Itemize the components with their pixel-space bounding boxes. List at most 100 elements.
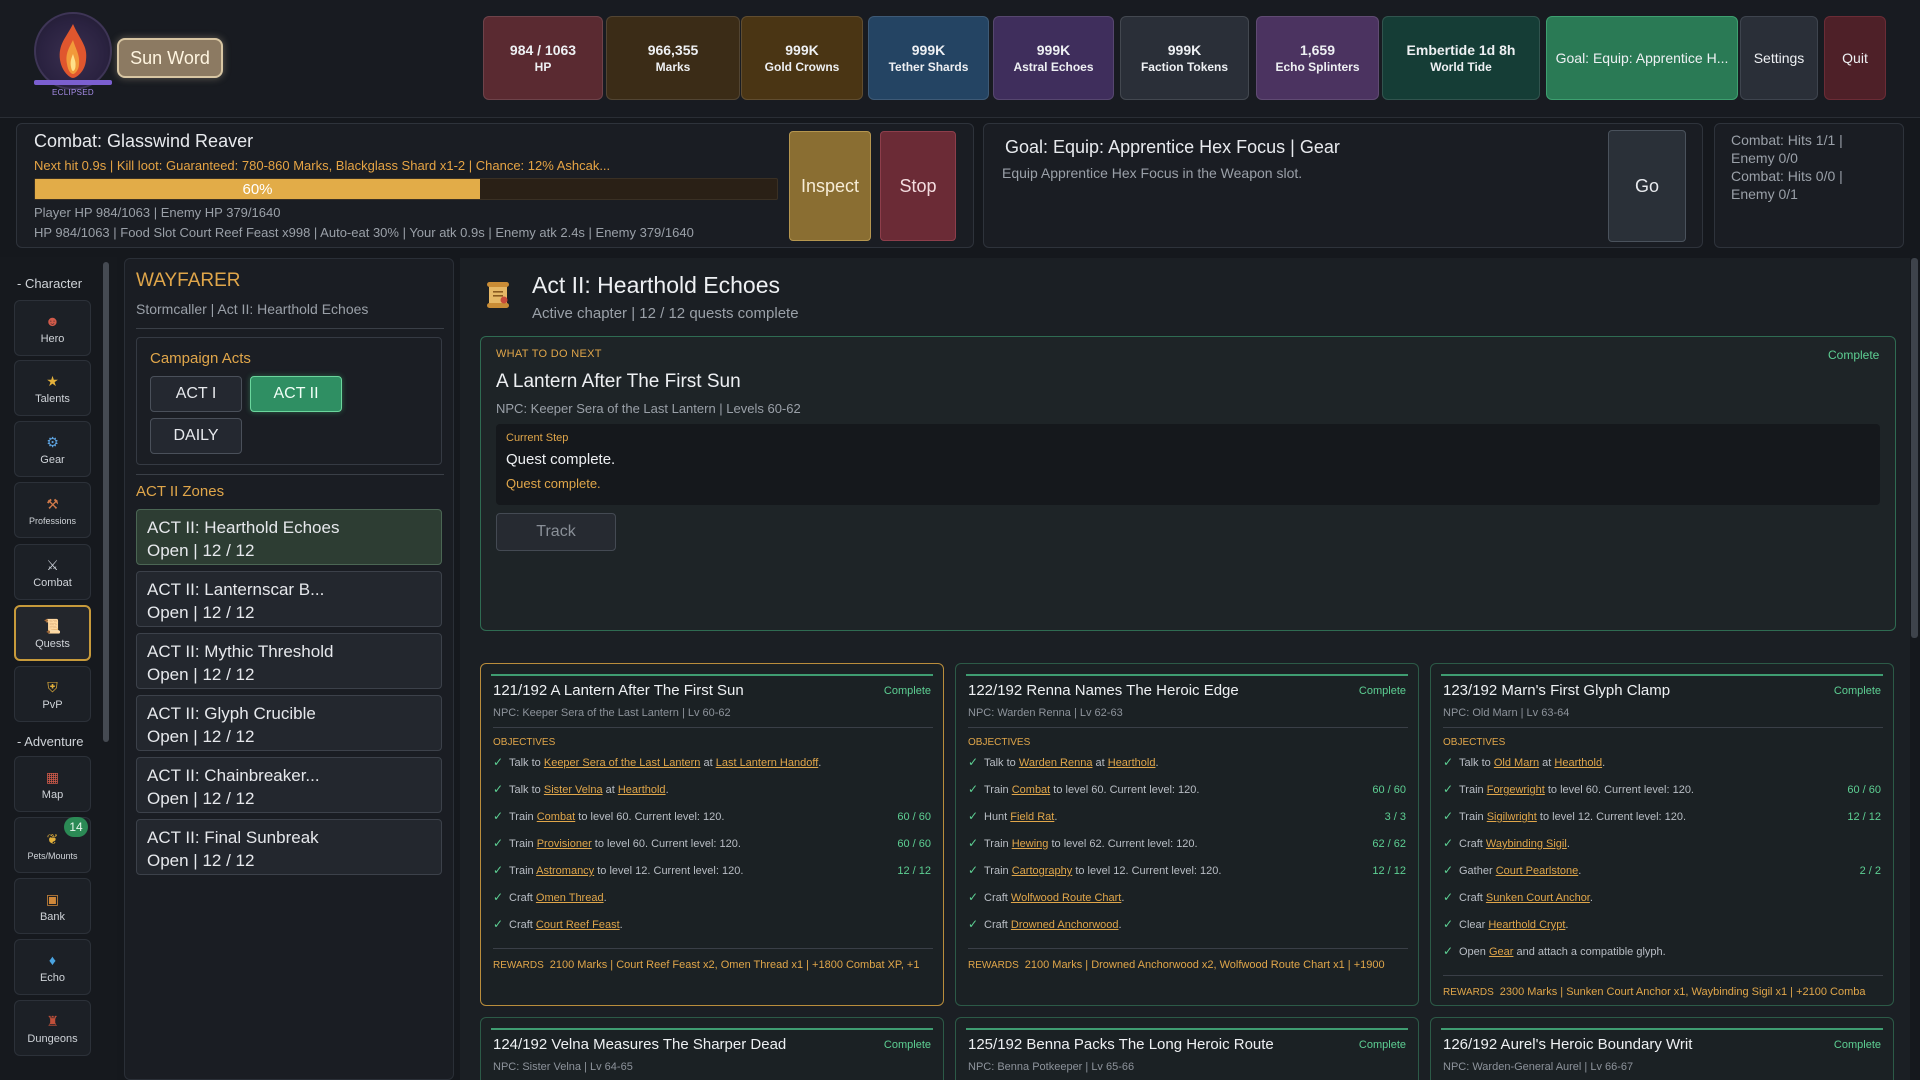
status-badge: Complete [883,685,931,697]
objective-link[interactable]: Hearthold [618,784,666,796]
objective-link[interactable]: Wolfwood Route Chart [1011,892,1121,904]
next-caption: WHAT TO DO NEXT [496,348,602,360]
objective-link[interactable]: Hearthold Crypt [1488,919,1565,931]
objective-text: to level 60. Current level: 120. [591,838,741,850]
check-icon: ✓ [968,755,979,769]
stop-button[interactable]: Stop [880,131,956,241]
sidebar-item-map[interactable]: ▦ Map [14,756,91,812]
track-button[interactable]: Track [496,513,616,551]
zone-item[interactable]: ACT II: Chainbreaker... Open | 12 / 12 [136,757,442,813]
quit-button[interactable]: Quit [1824,16,1886,100]
act-1-button[interactable]: ACT I [150,376,242,412]
zone-item[interactable]: ACT II: Glyph Crucible Open | 12 / 12 [136,695,442,751]
objective-link[interactable]: Forgewright [1487,784,1545,796]
objective-link[interactable]: Gear [1489,946,1513,958]
zone-item[interactable]: ACT II: Lanternscar B... Open | 12 / 12 [136,571,442,627]
objective-link[interactable]: Cartography [1012,865,1073,877]
objective-link[interactable]: Sigilwright [1487,811,1537,823]
objective-link[interactable]: Field Rat [1010,811,1054,823]
go-button[interactable]: Go [1608,130,1686,242]
quest-card[interactable]: 122/192 Renna Names The Heroic Edge Compl… [955,663,1419,1006]
hits-line: Enemy 0/1 [1731,186,1798,202]
objective-text: Train [1459,811,1487,823]
paw-icon: ❦ [46,830,59,847]
objective-link[interactable]: Sunken Court Anchor [1486,892,1590,904]
settings-button[interactable]: Settings [1740,16,1818,100]
inspect-button[interactable]: Inspect [789,131,871,241]
sidebar-item-label: Map [41,788,64,801]
objective-text: to level 62. Current level: 120. [1048,838,1198,850]
sidebar-item-pvp[interactable]: ⛨ PvP [14,666,91,722]
check-icon: ✓ [493,863,504,877]
objective-link[interactable]: Last Lantern Handoff [716,757,819,769]
quest-rewards: REWARDS 2100 Marks | Court Reef Feast x2,… [493,959,937,971]
sidebar-item-dungeons[interactable]: ♜ Dungeons [14,1000,91,1056]
chapter-subtitle: Active chapter | 12 / 12 quests complete [532,305,799,322]
objective-link[interactable]: Astromancy [536,865,594,877]
objective-link[interactable]: Sister Velna [544,784,603,796]
chapter-title: Act II: Hearthold Echoes [532,272,781,298]
sidebar-item-label: Professions [28,515,77,526]
objective-link[interactable]: Combat [1012,784,1051,796]
goal-top-button[interactable]: Goal: Equip: Apprentice H... [1546,16,1738,100]
sidebar-scrollbar[interactable] [103,262,109,742]
objective-text: . [665,784,669,796]
objective-link[interactable]: Drowned Anchorwood [1011,919,1119,931]
objective-link[interactable]: Provisioner [537,838,592,850]
objective-row: ✓ Clear Hearthold Crypt. [1443,917,1881,937]
objective-link[interactable]: Keeper Sera of the Last Lantern [544,757,701,769]
sidebar-item-gear[interactable]: ⚙ Gear [14,421,91,477]
quest-card[interactable]: 126/192 Aurel's Heroic Boundary Writ Comp… [1430,1017,1894,1080]
objective-row: ✓ Open Gear and attach a compatible glyph… [1443,944,1881,964]
sidebar-item-hero[interactable]: ☻ Hero [14,300,91,356]
objective-text: Train [984,838,1012,850]
objective-link[interactable]: Warden Renna [1019,757,1093,769]
quest-card[interactable]: 123/192 Marn's First Glyph Clamp Complete… [1430,663,1894,1006]
sidebar-item-bank[interactable]: ▣ Bank [14,878,91,934]
sidebar-item-combat[interactable]: ⚔ Combat [14,544,91,600]
zone-item[interactable]: ACT II: Mythic Threshold Open | 12 / 12 [136,633,442,689]
act-2-button[interactable]: ACT II [250,376,342,412]
zone-name: ACT II: Glyph Crucible [147,704,316,723]
objective-link[interactable]: Combat [537,811,576,823]
main-scrollbar[interactable] [1911,258,1918,638]
rewards-text: 2100 Marks | Drowned Anchorwood x2, Wolf… [1024,959,1385,971]
objective-link[interactable]: Court Pearlstone [1496,865,1579,877]
quest-card[interactable]: 121/192 A Lantern After The First Sun Com… [480,663,944,1006]
objective-text: Clear [1459,919,1489,931]
objective-text: at [700,757,716,769]
objective-text: at [1539,757,1555,769]
objective-link[interactable]: Waybinding Sigil [1486,838,1567,850]
daily-button[interactable]: DAILY [150,418,242,454]
sun-word-button[interactable]: Sun Word [117,38,223,78]
status-badge: Complete [1833,1039,1881,1051]
objective-link[interactable]: Old Marn [1494,757,1539,769]
quest-card[interactable]: 125/192 Benna Packs The Long Heroic Rout… [955,1017,1419,1080]
zone-item[interactable]: ACT II: Hearthold Echoes Open | 12 / 12 [136,509,442,565]
quest-card-title: 126/192 Aurel's Heroic Boundary Writ [1443,1036,1693,1053]
pets-count-badge: 14 [64,817,88,837]
divider [1443,975,1883,976]
stat-value: 999K [785,42,819,58]
objective-link[interactable]: Hewing [1012,838,1049,850]
card-accent-line [1441,674,1883,676]
sidebar-item-talents[interactable]: ★ Talents [14,360,91,416]
hits-line: Enemy 0/0 [1731,150,1798,166]
objective-row: ✓ Gather Court Pearlstone. 2 / 2 [1443,863,1881,883]
objective-link[interactable]: Court Reef Feast [536,919,620,931]
sidebar-item-professions[interactable]: ⚒ Professions [14,482,91,538]
objective-progress: 60 / 60 [897,838,931,850]
stat-marks: 966,355 Marks [606,16,740,100]
sidebar-item-echo[interactable]: ♦ Echo [14,939,91,995]
objective-row: ✓ Train Forgewright to level 60. Current … [1443,782,1881,802]
objective-link[interactable]: Hearthold [1108,757,1156,769]
objective-link[interactable]: Hearthold [1554,757,1602,769]
zone-status: Open | 12 / 12 [147,665,255,684]
sidebar-item-quests[interactable]: 📜 Quests [14,605,91,661]
quest-card[interactable]: 124/192 Velna Measures The Sharper Dead C… [480,1017,944,1080]
quest-card-npc: NPC: Sister Velna | Lv 64-65 [493,1061,633,1073]
zone-item[interactable]: ACT II: Final Sunbreak Open | 12 / 12 [136,819,442,875]
current-step-caption: Current Step [506,432,569,444]
objective-link[interactable]: Omen Thread [536,892,604,904]
stat-label: Faction Tokens [1140,60,1229,74]
